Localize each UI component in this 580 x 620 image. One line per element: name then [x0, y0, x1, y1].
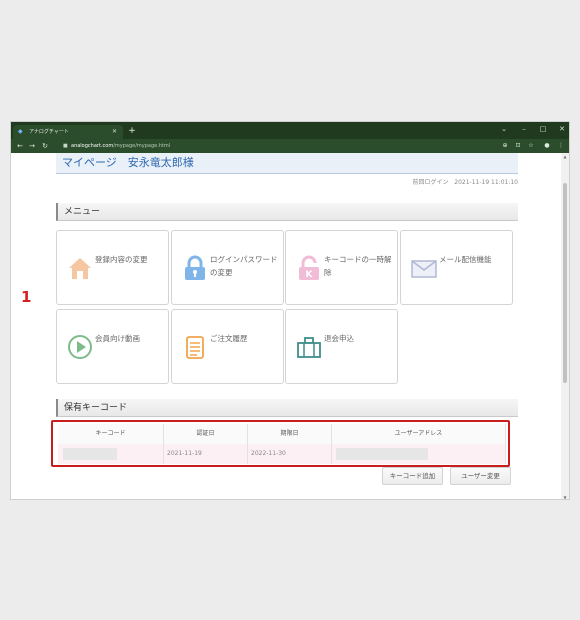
masked-user-address — [336, 448, 428, 460]
add-keycode-button[interactable]: キーコード追加 — [382, 467, 443, 485]
lock-icon: ■ — [63, 143, 68, 149]
cell-auth-date: 2021-11-19 — [164, 444, 248, 464]
page-content: マイページ 安永竜太郎様 前回ログイン 2021-11-19 11:01:10 … — [11, 153, 563, 499]
play-icon — [68, 335, 92, 359]
masked-keycode — [63, 448, 117, 460]
menu-card-member-videos[interactable]: 会員向け動画 — [56, 309, 169, 384]
bookmark-star-icon[interactable]: ☆ — [526, 141, 536, 151]
favicon-icon: ◆ — [18, 128, 23, 135]
cell-expiry-date: 2022-11-30 — [248, 444, 332, 464]
last-login-label: 前回ログイン — [412, 179, 449, 186]
profile-icon[interactable]: ● — [542, 141, 552, 151]
column-header-expiry-date: 期限日 — [248, 424, 332, 444]
menu-heading: メニュー — [56, 203, 518, 221]
envelope-icon — [411, 260, 437, 278]
minimize-icon[interactable]: – — [517, 124, 531, 134]
column-header-user-address: ユーザーアドレス — [332, 424, 506, 444]
url-field[interactable]: ■ analogchart.com/mypage/mypage.html — [63, 142, 483, 151]
menu-label: 会員向け動画 — [95, 334, 140, 343]
menu-card-keycode-unlock[interactable]: K キーコードの一時解除 — [285, 230, 398, 305]
page-header: マイページ 安永竜太郎様 — [56, 153, 518, 174]
tab-bar: ◆ アナログチャート ✕ + ⌄ – □ ✕ — [11, 122, 569, 139]
scroll-down-icon[interactable]: ▼ — [562, 495, 568, 499]
document-icon — [186, 336, 204, 359]
house-icon — [69, 258, 91, 279]
url-host: analogchart.com — [71, 143, 114, 149]
column-header-auth-date: 認証日 — [164, 424, 248, 444]
browser-tab[interactable]: ◆ アナログチャート ✕ — [13, 125, 123, 139]
menu-label: キーコードの一時解除 — [324, 255, 392, 277]
menu-card-mail-delivery[interactable]: メール配信機能 — [400, 230, 513, 305]
back-icon[interactable]: ← — [15, 141, 25, 151]
page-title: マイページ 安永竜太郎様 — [62, 156, 194, 169]
menu-card-change-password[interactable]: ログインパスワードの変更 — [171, 230, 284, 305]
keycode-table: キーコード 認証日 期限日 ユーザーアドレス 2021-11-19 2022-1… — [51, 420, 510, 467]
menu-card-withdraw[interactable]: 退会申込 — [285, 309, 398, 384]
tab-search-icon[interactable]: ⌄ — [497, 124, 511, 134]
share-icon[interactable]: ⊡ — [513, 141, 523, 151]
menu-label: 退会申込 — [324, 334, 354, 343]
keycode-heading-text: 保有キーコード — [64, 403, 128, 413]
zoom-icon[interactable]: ⊕ — [500, 141, 510, 151]
menu-heading-text: メニュー — [64, 207, 101, 217]
lock-icon — [185, 255, 205, 280]
cell-user-address — [332, 444, 506, 464]
keycode-heading: 保有キーコード — [56, 399, 518, 417]
menu-card-order-history[interactable]: ご注文履歴 — [171, 309, 284, 384]
column-header-keycode: キーコード — [58, 424, 164, 444]
last-login-time: 2021-11-19 11:01:10 — [454, 179, 518, 186]
forward-icon[interactable]: → — [27, 141, 37, 151]
address-bar: ← → ↻ ■ analogchart.com/mypage/mypage.htm… — [11, 139, 569, 153]
menu-card-edit-registration[interactable]: 登録内容の変更 — [56, 230, 169, 305]
url-path: /mypage/mypage.html — [113, 143, 171, 149]
scrollbar[interactable]: ▲ ▼ — [561, 153, 569, 499]
change-user-button[interactable]: ユーザー変更 — [450, 467, 511, 485]
reload-icon[interactable]: ↻ — [40, 141, 50, 151]
annotation-marker: 1 — [21, 288, 32, 306]
last-login: 前回ログイン 2021-11-19 11:01:10 — [396, 177, 518, 186]
menu-label: ログインパスワードの変更 — [210, 255, 278, 277]
close-tab-icon[interactable]: ✕ — [112, 125, 117, 139]
menu-label: 登録内容の変更 — [95, 255, 148, 264]
scroll-up-icon[interactable]: ▲ — [562, 154, 568, 159]
cell-keycode — [58, 444, 164, 464]
browser-window: ◆ アナログチャート ✕ + ⌄ – □ ✕ ← → ↻ ■ analogchar… — [10, 121, 570, 500]
tab-title: アナログチャート — [29, 129, 69, 135]
maximize-icon[interactable]: □ — [536, 124, 550, 134]
close-window-icon[interactable]: ✕ — [555, 124, 569, 134]
menu-label: メール配信機能 — [439, 255, 492, 264]
new-tab-button[interactable]: + — [127, 125, 137, 137]
menu-label: ご注文履歴 — [210, 334, 248, 343]
key-lock-icon: K — [299, 255, 319, 280]
scrollbar-thumb[interactable] — [563, 183, 567, 383]
suitcase-icon — [297, 337, 321, 358]
browser-menu-icon[interactable]: ⋮ — [556, 141, 566, 151]
svg-text:K: K — [306, 270, 314, 280]
